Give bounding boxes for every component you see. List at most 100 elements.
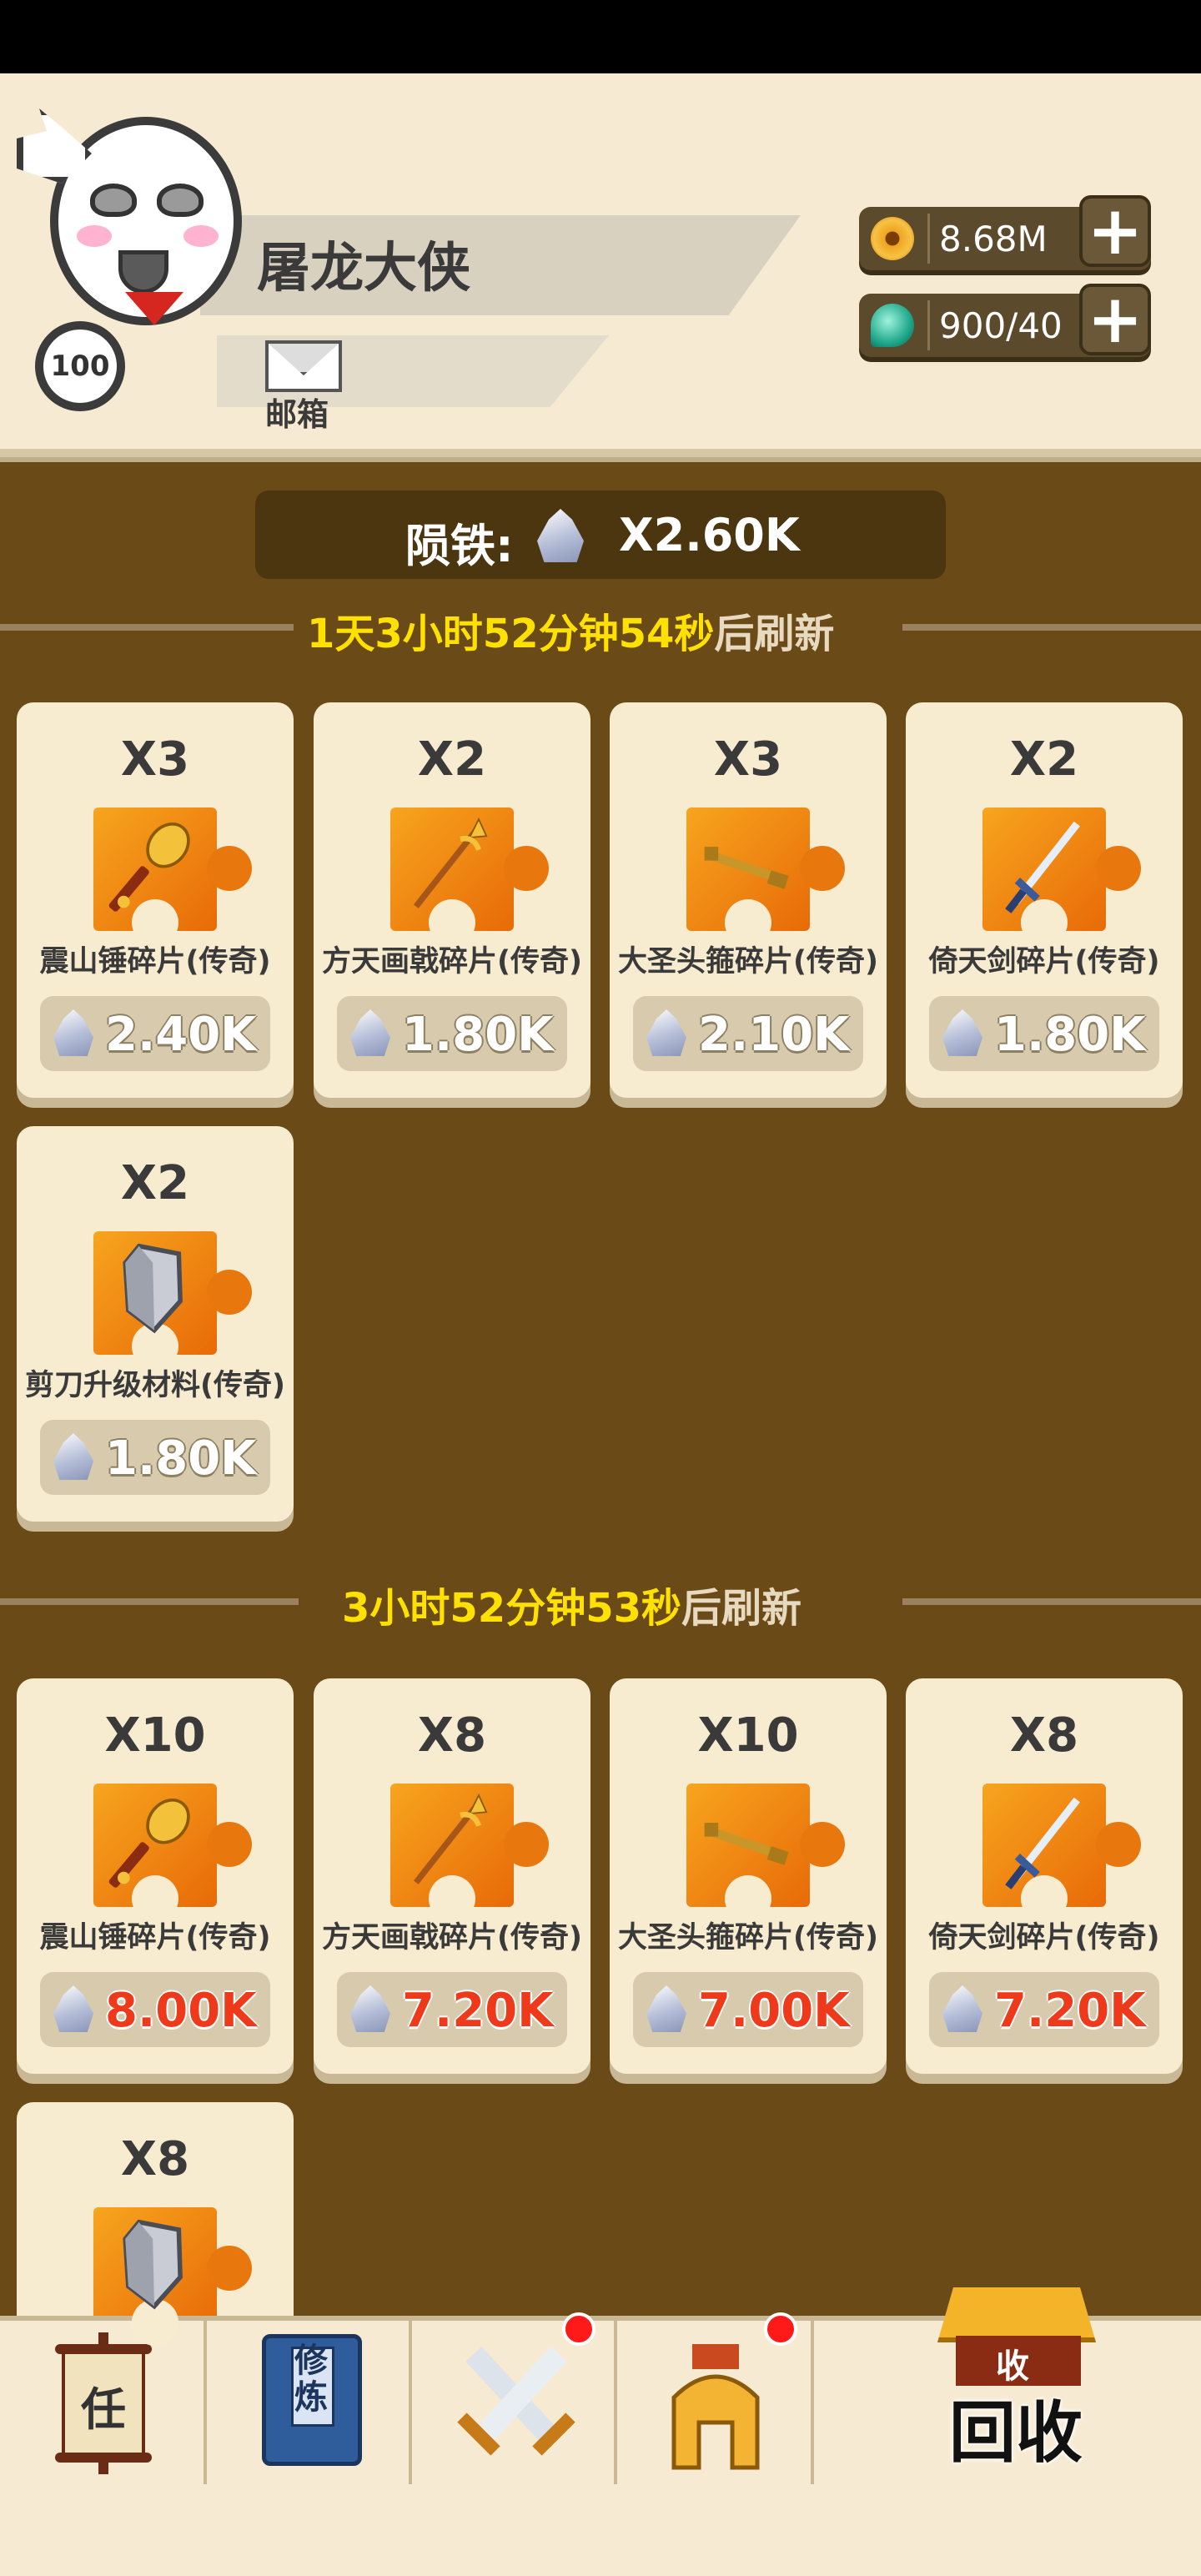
battle-badge xyxy=(562,2312,595,2346)
avatar-eye-right xyxy=(157,184,204,217)
energy-value: 900/40 xyxy=(939,305,1063,346)
crystal-icon xyxy=(537,509,584,562)
avatar-cheek-right xyxy=(183,225,219,247)
puzzle-piece-icon xyxy=(982,1784,1141,1922)
nav-battle[interactable] xyxy=(412,2312,617,2489)
divider-line xyxy=(902,624,1201,631)
halberd-icon xyxy=(405,816,497,916)
blade-stone-icon xyxy=(108,2216,200,2316)
shop-item-card[interactable]: X10 震山锤碎片(传奇) 8.00K xyxy=(17,1678,294,2074)
meteor-iron-label: 陨铁: xyxy=(405,520,514,572)
nav-recycle[interactable]: 收 回收 xyxy=(814,2287,1201,2489)
nav-cultivate[interactable]: 修炼 xyxy=(207,2321,412,2489)
puzzle-piece-icon xyxy=(93,2207,252,2346)
helmet-icon xyxy=(671,2344,760,2470)
shop-item-card[interactable]: X8 倚天剑碎片(传奇) 7.20K xyxy=(906,1678,1183,2074)
gold-value: 8.68M xyxy=(939,219,1048,259)
avatar-cheek-left xyxy=(77,225,112,247)
price-button[interactable]: 7.20K xyxy=(337,1972,567,2047)
shop-item-card[interactable]: X2 剪刀升级材料(传奇) 1.80K xyxy=(17,1126,294,1522)
item-quantity: X8 xyxy=(120,2132,190,2186)
section-1-header: 1天3小时52分钟54秒后刷新 xyxy=(0,597,1201,659)
sword-icon xyxy=(997,1792,1089,1892)
item-price: 1.80K xyxy=(994,1008,1146,1062)
recycle-label: 回收 xyxy=(949,2394,1083,2472)
crystal-icon xyxy=(646,1985,686,2032)
item-quantity: X3 xyxy=(713,732,783,787)
avatar[interactable]: 100 xyxy=(17,108,242,411)
timer-suffix: 后刷新 xyxy=(681,1585,802,1632)
item-price: 1.80K xyxy=(105,1431,257,1486)
hammer-icon xyxy=(108,1792,198,1891)
puzzle-piece-icon xyxy=(93,808,252,946)
divider-line xyxy=(0,1598,299,1605)
gold-coin-icon xyxy=(871,217,914,260)
bottom-nav: 任 修炼 收 回收 xyxy=(0,2287,1201,2489)
mail-icon[interactable] xyxy=(265,340,342,392)
item-price: 2.40K xyxy=(105,1008,257,1062)
bottom-safe-area xyxy=(0,2484,1201,2576)
shop-item-card[interactable]: X10 大圣头箍碎片(传奇) 7.00K xyxy=(610,1678,887,2074)
price-button[interactable]: 1.80K xyxy=(929,996,1159,1071)
item-price: 1.80K xyxy=(402,1008,554,1062)
item-quantity: X2 xyxy=(1009,732,1079,787)
timer-countdown: 1天3小时52分钟54秒 xyxy=(307,611,715,657)
price-button[interactable]: 2.10K xyxy=(633,996,863,1071)
shop-item-card[interactable]: X2 倚天剑碎片(传奇) 1.80K xyxy=(906,702,1183,1098)
item-price: 7.20K xyxy=(994,1984,1146,2038)
crystal-icon xyxy=(350,1985,390,2032)
shop-item-card[interactable]: X3 大圣头箍碎片(传奇) 2.10K xyxy=(610,702,887,1098)
avatar-mouth xyxy=(118,250,168,294)
crystal-icon xyxy=(942,1009,982,1056)
halberd-icon xyxy=(405,1792,497,1892)
cultivate-label: 修炼 xyxy=(294,2342,328,2417)
price-button[interactable]: 2.40K xyxy=(40,996,270,1071)
item-price: 2.10K xyxy=(698,1008,850,1062)
crystal-icon xyxy=(350,1009,390,1056)
item-quantity: X10 xyxy=(104,1708,206,1763)
crossed-swords-icon xyxy=(457,2347,575,2456)
shop-item-card[interactable]: X2 方天画戟碎片(传奇) 1.80K xyxy=(314,702,590,1098)
add-gold-button[interactable]: + xyxy=(1079,195,1151,267)
task-label: 任 xyxy=(81,2383,126,2436)
meteor-iron-value: X2.60K xyxy=(619,509,800,561)
avatar-scarf xyxy=(125,292,183,325)
price-button[interactable]: 1.80K xyxy=(40,1420,270,1495)
player-name: 屠龙大侠 xyxy=(257,238,470,299)
item-price: 7.20K xyxy=(402,1984,554,2038)
price-button[interactable]: 1.80K xyxy=(337,996,567,1071)
hammer-icon xyxy=(108,816,198,915)
puzzle-piece-icon xyxy=(390,1784,549,1922)
crystal-icon xyxy=(53,1433,93,1480)
item-price: 8.00K xyxy=(105,1984,257,2038)
timer-suffix: 后刷新 xyxy=(714,611,835,657)
price-button[interactable]: 7.00K xyxy=(633,1972,863,2047)
shop-item-card[interactable]: X3 震山锤碎片(传奇) 2.40K xyxy=(17,702,294,1098)
crystal-icon xyxy=(53,1009,93,1056)
pagoda-roof-icon xyxy=(937,2287,1096,2342)
price-button[interactable]: 8.00K xyxy=(40,1972,270,2047)
timer-countdown: 3小时52分钟53秒 xyxy=(342,1585,681,1632)
avatar-eye-left xyxy=(90,184,137,217)
shop-item-card[interactable]: X8 方天画戟碎片(传奇) 7.20K xyxy=(314,1678,590,2074)
item-quantity: X8 xyxy=(417,1708,487,1763)
item-quantity: X10 xyxy=(697,1708,799,1763)
puzzle-piece-icon xyxy=(686,808,845,946)
nav-equipment[interactable] xyxy=(617,2312,814,2489)
price-button[interactable]: 7.20K xyxy=(929,1972,1159,2047)
puzzle-piece-icon xyxy=(982,808,1141,946)
nav-task[interactable]: 任 xyxy=(0,2321,207,2489)
sword-icon xyxy=(997,816,1089,916)
golden-staff-icon xyxy=(701,816,793,916)
crystal-icon xyxy=(646,1009,686,1056)
golden-staff-icon xyxy=(701,1792,793,1892)
res-separator xyxy=(927,300,930,350)
puzzle-piece-icon xyxy=(390,808,549,946)
mail-label[interactable]: 邮箱 xyxy=(265,389,329,435)
blade-stone-icon xyxy=(108,1240,200,1340)
puzzle-piece-icon xyxy=(93,1231,252,1370)
system-status-bar xyxy=(0,0,1201,73)
meteor-iron-bar: 陨铁: X2.60K xyxy=(255,491,946,579)
add-energy-button[interactable]: + xyxy=(1079,284,1151,355)
refresh-timer: 1天3小时52分钟54秒后刷新 xyxy=(307,601,834,659)
